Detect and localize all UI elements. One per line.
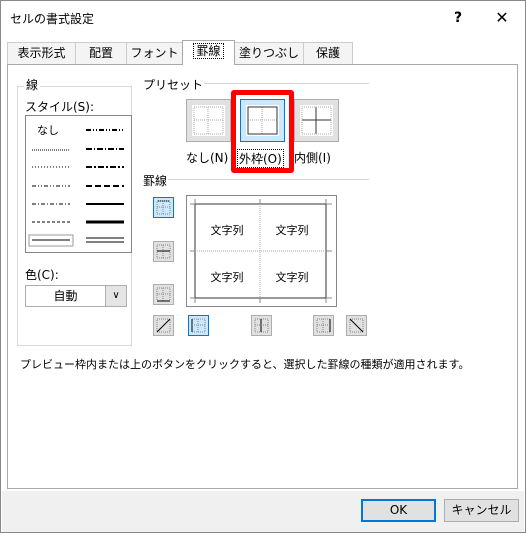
- ok-button[interactable]: OK: [361, 499, 436, 522]
- format-cells-dialog: セルの書式設定 ? ✕ 表示形式 配置 フォント 罫線 塗りつぶし 保護 線 ス…: [0, 0, 526, 533]
- cancel-button[interactable]: キャンセル: [444, 499, 519, 522]
- tab-font[interactable]: フォント: [126, 42, 183, 64]
- tab-label: 配置: [88, 46, 113, 60]
- tab-number-format[interactable]: 表示形式: [7, 42, 76, 64]
- tab-border[interactable]: 罫線: [182, 40, 235, 65]
- color-dropdown[interactable]: 自動 ∨: [25, 285, 127, 307]
- line-group-title: 線: [24, 76, 41, 93]
- tab-label: フォント: [130, 46, 179, 60]
- preview-cell-text: 文字列: [210, 224, 244, 237]
- tab-label: 保護: [315, 46, 340, 60]
- border-right-button[interactable]: [313, 315, 334, 336]
- dialog-title: セルの書式設定: [10, 12, 95, 26]
- border-top-button[interactable]: [153, 197, 174, 218]
- border-bottom-icon: [156, 287, 171, 302]
- border-divider: [168, 179, 369, 180]
- presets-title: プリセット: [143, 76, 204, 93]
- preview-cell-text: 文字列: [275, 271, 309, 284]
- line-styles-graphic: [28, 129, 124, 247]
- tab-label: 表示形式: [17, 46, 66, 60]
- preset-inside-button[interactable]: [294, 99, 339, 142]
- line-style-list[interactable]: なし: [25, 115, 132, 253]
- border-horizontal-inner-button[interactable]: [153, 241, 174, 262]
- preview-cell-text: 文字列: [210, 271, 244, 284]
- border-vertical-inner-icon: [254, 318, 269, 333]
- border-top-icon: [156, 200, 171, 215]
- tab-protection[interactable]: 保護: [303, 42, 353, 64]
- preset-none-label: なし(N): [186, 151, 229, 165]
- style-label: スタイル(S):: [25, 98, 95, 115]
- tab-label: 塗りつぶし: [238, 46, 300, 60]
- preset-none-button[interactable]: [186, 99, 231, 142]
- diagonal-up-icon: [156, 318, 171, 333]
- tab-fill[interactable]: 塗りつぶし: [234, 42, 304, 64]
- border-diagonal-down-button[interactable]: [346, 315, 367, 336]
- preset-outline-label: 外枠(O): [237, 149, 284, 168]
- tab-strip: 表示形式 配置 フォント 罫線 塗りつぶし 保護: [7, 40, 517, 65]
- preset-none-icon: [192, 105, 225, 136]
- tab-alignment[interactable]: 配置: [75, 42, 127, 64]
- border-title: 罫線: [143, 172, 168, 189]
- border-tab-panel: 線 スタイル(S): なし 色(C): 自動 ∨ プリセット なし(N) 外枠(…: [7, 64, 518, 489]
- border-left-icon: [191, 318, 206, 333]
- border-left-button[interactable]: [188, 315, 209, 336]
- presets-divider: [204, 83, 369, 84]
- color-label: 色(C):: [25, 266, 59, 283]
- border-preview[interactable]: 文字列 文字列 文字列 文字列: [186, 195, 337, 307]
- help-button[interactable]: ?: [443, 6, 473, 30]
- border-horizontal-inner-icon: [156, 244, 171, 259]
- close-button[interactable]: ✕: [485, 6, 519, 30]
- border-diagonal-up-button[interactable]: [153, 315, 174, 336]
- title-bar: セルの書式設定 ? ✕: [2, 2, 524, 33]
- border-vertical-inner-button[interactable]: [251, 315, 272, 336]
- dialog-footer: OK キャンセル: [2, 491, 524, 532]
- diagonal-down-icon: [349, 318, 364, 333]
- color-value: 自動: [26, 286, 106, 306]
- chevron-down-icon[interactable]: ∨: [106, 286, 126, 306]
- info-text: プレビュー枠内または上のボタンをクリックすると、選択した罫線の種類が適用されます…: [20, 358, 470, 371]
- tab-label: 罫線: [193, 43, 224, 59]
- preset-inside-icon: [300, 105, 333, 136]
- preset-inside-label: 内側(I): [294, 151, 331, 165]
- preview-grid: [190, 199, 332, 303]
- border-right-icon: [316, 318, 331, 333]
- preview-cell-text: 文字列: [275, 224, 309, 237]
- border-bottom-button[interactable]: [153, 284, 174, 305]
